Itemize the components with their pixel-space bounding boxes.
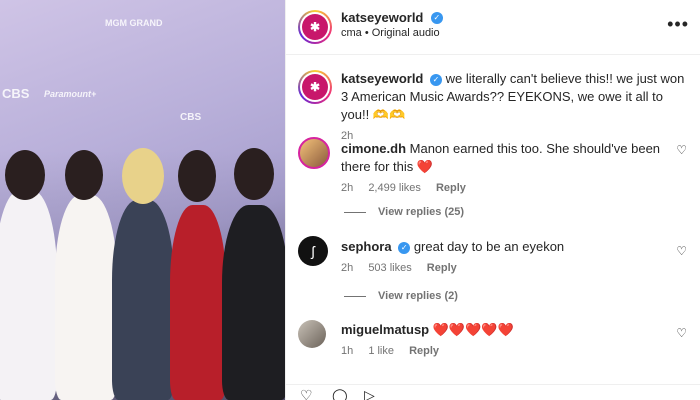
comment-username[interactable]: cimone.dh [341, 141, 406, 156]
backdrop-cbs-logo: CBS [2, 86, 30, 101]
heart-outline-icon[interactable]: ♡ [676, 244, 687, 258]
more-options-icon[interactable]: ••• [667, 14, 689, 35]
post-media[interactable]: MGM GRAND CBS Paramount+ CBS [0, 0, 285, 400]
like-icon[interactable]: ♡ [300, 387, 313, 400]
katseye-logo-icon: ✱ [302, 14, 328, 40]
comment-avatar-miguel[interactable] [298, 320, 326, 348]
comment-time[interactable]: 2h [341, 262, 353, 274]
replies-divider [344, 211, 366, 213]
backdrop-cbs-logo-2: CBS [180, 112, 202, 123]
person-4-head [178, 150, 216, 202]
post-audio-subline[interactable]: cma • Original audio [341, 27, 440, 39]
comment-text: great day to be an eyekon [413, 239, 565, 254]
comment-username[interactable]: sephora [341, 239, 392, 254]
person-3-head [122, 148, 164, 204]
comment-likes[interactable]: 2,499 likes [368, 182, 421, 194]
reply-button[interactable]: Reply [436, 182, 466, 194]
share-icon[interactable]: ▷ [364, 387, 375, 400]
person-5-head [234, 148, 274, 200]
comment-time[interactable]: 2h [341, 182, 353, 194]
caption-username[interactable]: katseyeworld [341, 71, 423, 86]
post-header: ✱ katseyeworld ✓ cma • Original audio ••… [286, 0, 700, 55]
replies-divider [344, 295, 366, 297]
view-replies-label[interactable]: View replies (25) [378, 206, 464, 218]
post-detail-panel: ✱ katseyeworld ✓ cma • Original audio ••… [285, 0, 700, 400]
caption-author-avatar[interactable]: ✱ [298, 70, 332, 104]
verified-badge-icon: ✓ [430, 73, 442, 86]
comment-likes[interactable]: 503 likes [368, 262, 411, 274]
person-3 [112, 200, 174, 400]
comment-icon[interactable]: ◯ [332, 387, 348, 400]
view-replies-button[interactable]: View replies (2) [344, 290, 458, 302]
reply-button[interactable]: Reply [409, 345, 439, 357]
person-1-head [5, 150, 45, 200]
comment-likes[interactable]: 1 like [368, 345, 394, 357]
backdrop-mgm-logo: MGM GRAND [105, 18, 163, 28]
verified-badge-icon: ✓ [430, 11, 443, 24]
person-1 [0, 190, 57, 400]
backdrop-paramount-logo: Paramount+ [44, 89, 97, 99]
comment-avatar-sephora[interactable]: ʃ [298, 236, 328, 266]
comment-avatar-cimone[interactable] [298, 137, 330, 169]
person-4 [170, 205, 226, 400]
heart-outline-icon[interactable]: ♡ [676, 326, 687, 340]
post-author-avatar[interactable]: ✱ [298, 10, 332, 44]
view-replies-button[interactable]: View replies (25) [344, 206, 464, 218]
heart-outline-icon[interactable]: ♡ [676, 143, 687, 157]
comment-time[interactable]: 1h [341, 345, 353, 357]
person-2 [55, 195, 117, 400]
reply-button[interactable]: Reply [427, 262, 457, 274]
person-2-head [65, 150, 103, 200]
view-replies-label[interactable]: View replies (2) [378, 290, 458, 302]
person-5 [222, 205, 285, 400]
post-action-bar: ♡ ◯ ▷ [286, 384, 700, 400]
post-author-username[interactable]: katseyeworld [341, 10, 423, 25]
comment-username[interactable]: miguelmatusp [341, 322, 429, 337]
sephora-logo-icon: ʃ [311, 243, 315, 259]
comment-text: ❤️❤️❤️❤️❤️ [432, 322, 514, 337]
katseye-logo-icon: ✱ [302, 74, 328, 100]
verified-badge-icon: ✓ [398, 241, 411, 254]
